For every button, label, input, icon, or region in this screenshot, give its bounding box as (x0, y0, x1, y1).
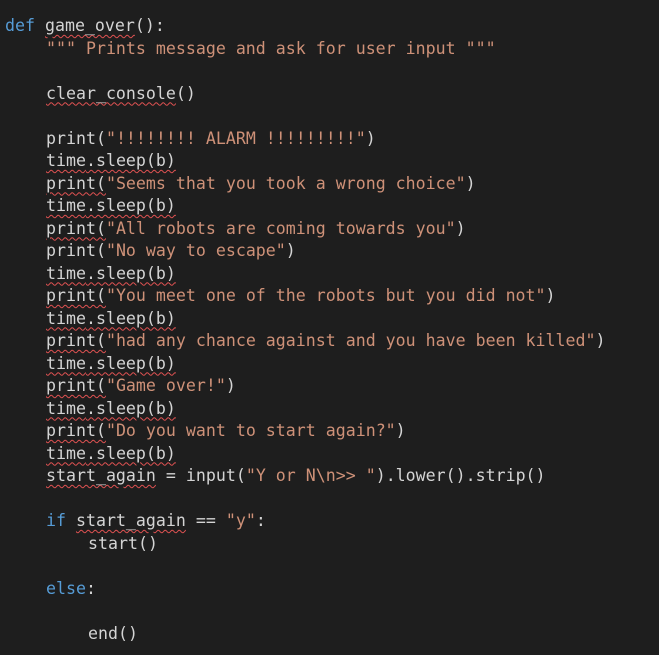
code-line-docstring: """ Prints message and ask for user inpu… (0, 38, 659, 61)
print-string: "Seems that you took a wrong choice" (105, 173, 466, 193)
print-string: "You meet one of the robots but you did … (105, 286, 546, 305)
y-literal: "y" (225, 511, 256, 530)
print-call: print( (46, 331, 106, 350)
code-line-print: print("You meet one of the robots but yo… (0, 285, 659, 308)
print-call: print( (46, 376, 106, 395)
function-name: game_over (44, 16, 135, 35)
code-line-else: else: (0, 578, 659, 601)
print-call: print( (46, 218, 106, 238)
time-module: time (46, 398, 86, 418)
input-call: = input( (155, 466, 246, 485)
start-again-var: start_again (75, 511, 186, 530)
end-call: end() (88, 623, 138, 643)
function-signature: (): (134, 16, 165, 35)
time-module: time (46, 353, 86, 373)
time-module: time (46, 151, 86, 170)
sleep-call: .sleep(b) (85, 443, 176, 463)
code-line-print: print("All robots are coming towards you… (0, 218, 659, 241)
code-line-sleep: time.sleep(b) (0, 263, 659, 286)
sleep-call: .sleep(b) (85, 151, 176, 170)
sleep-call: .sleep(b) (85, 353, 176, 373)
close-paren: ) (285, 241, 296, 260)
print-string: "had any chance against and you have bee… (105, 331, 596, 350)
close-paren: ) (595, 331, 606, 350)
time-module: time (46, 196, 86, 215)
code-line-sleep: time.sleep(b) (0, 353, 659, 376)
start-call: start() (88, 533, 158, 553)
time-module: time (46, 308, 86, 328)
print-call: print( (46, 128, 106, 148)
input-prompt: "Y or N\n>> " (245, 466, 376, 485)
code-line-print: print("No way to escape") (0, 240, 659, 263)
keyword-else: else (46, 578, 86, 598)
colon: : (85, 578, 96, 598)
clear-console-parens: () (175, 83, 196, 103)
close-paren: ) (545, 286, 556, 305)
print-string: "No way to escape" (105, 241, 286, 260)
print-call: print( (46, 286, 106, 305)
colon: : (255, 511, 266, 530)
code-line-print: print("!!!!!!!! ALARM !!!!!!!!!") (0, 128, 659, 151)
code-line-def: def game_over(): (0, 15, 659, 38)
sleep-call: .sleep(b) (85, 308, 176, 328)
sleep-call: .sleep(b) (85, 196, 176, 215)
print-call: print( (46, 173, 106, 193)
close-paren: ) (395, 421, 406, 440)
sleep-call: .sleep(b) (85, 263, 176, 283)
docstring: """ Prints message and ask for user inpu… (46, 38, 496, 58)
compare-op: == (185, 511, 226, 530)
close-paren: ) (465, 173, 476, 193)
print-string: "All robots are coming towards you" (105, 218, 456, 238)
code-line-print: print("Seems that you took a wrong choic… (0, 173, 659, 196)
code-line-clear-console: clear_console() (0, 83, 659, 106)
keyword-if: if (46, 511, 66, 530)
code-line-input: start_again = input("Y or N\n>> ").lower… (0, 465, 659, 488)
code-editor[interactable]: def game_over(): """ Prints message and … (0, 0, 659, 655)
start-again-var: start_again (46, 466, 156, 485)
sleep-call: .sleep(b) (85, 398, 176, 418)
code-line-sleep: time.sleep(b) (0, 443, 659, 466)
code-line-start: start() (0, 533, 659, 556)
close-paren: ) (225, 376, 236, 395)
code-line-if: if start_again == "y": (0, 510, 659, 533)
time-module: time (46, 443, 86, 463)
print-string: "!!!!!!!! ALARM !!!!!!!!!" (105, 128, 366, 148)
close-paren: ) (455, 218, 466, 238)
code-line-end: end() (0, 623, 659, 646)
code-line-sleep: time.sleep(b) (0, 150, 659, 173)
print-call: print( (46, 241, 106, 260)
keyword-def: def (5, 16, 35, 35)
code-line-sleep: time.sleep(b) (0, 398, 659, 421)
print-call: print( (46, 421, 106, 440)
code-line-print: print("Do you want to start again?") (0, 420, 659, 443)
code-line-print: print("had any chance against and you ha… (0, 330, 659, 353)
code-line-sleep: time.sleep(b) (0, 308, 659, 331)
input-tail: ).lower().strip() (375, 466, 546, 485)
close-paren: ) (365, 128, 376, 148)
print-string: "Do you want to start again?" (105, 421, 396, 440)
print-string: "Game over!" (105, 376, 226, 395)
code-line-sleep: time.sleep(b) (0, 195, 659, 218)
time-module: time (46, 263, 86, 283)
code-line-print: print("Game over!") (0, 375, 659, 398)
clear-console-call: clear_console (46, 83, 176, 103)
